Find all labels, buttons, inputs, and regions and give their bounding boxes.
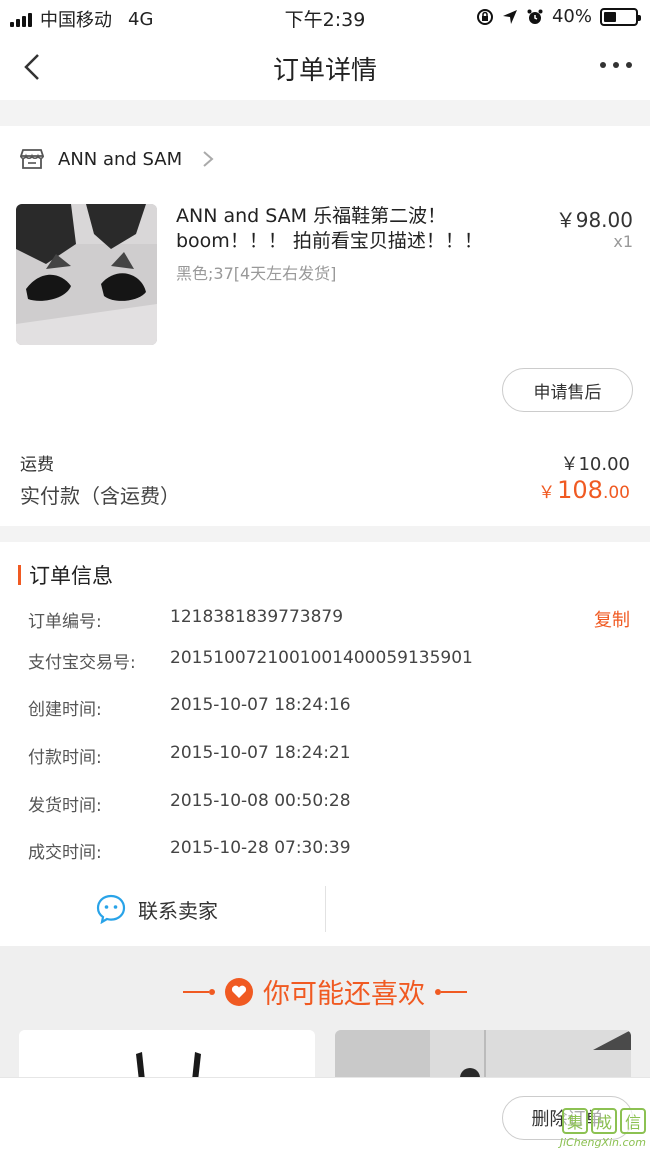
paid-label: 实付款（含运费）	[20, 484, 180, 508]
heart-icon	[225, 977, 253, 1006]
contact-seller-label[interactable]: 联系卖家	[138, 895, 218, 924]
after-sale-button[interactable]: 申请售后	[502, 368, 633, 412]
product-image[interactable]	[16, 204, 157, 345]
nav-bar: 订单详情	[0, 34, 650, 100]
info-key: 付款时间:	[28, 748, 102, 768]
location-icon	[502, 9, 517, 24]
shipping-label: 运费	[20, 455, 54, 475]
alarm-icon	[527, 9, 543, 24]
heading-accent-bar	[18, 565, 21, 585]
recommend-heading: 你可能还喜欢	[0, 972, 650, 1011]
info-key: 成交时间:	[28, 843, 102, 863]
info-key: 发货时间:	[28, 796, 102, 816]
info-key: 支付宝交易号:	[28, 653, 136, 673]
bottom-action-bar: 删除订单 集 成 信 JiChengXin.com	[0, 1077, 650, 1155]
shop-icon	[20, 149, 44, 169]
info-value: 2015-10-07 18:24:21	[170, 743, 351, 763]
info-value: 1218381839773879	[170, 607, 344, 627]
shipping-value: ￥10.00	[560, 454, 630, 475]
shop-row[interactable]: ANN and SAM	[20, 148, 214, 170]
battery-percent: 40%	[551, 6, 592, 27]
info-value: 2015-10-08 00:50:28	[170, 791, 351, 811]
status-bar: 中国移动 4G 下午2:39 40%	[0, 0, 650, 34]
order-info-title: 订单信息	[29, 564, 113, 588]
decor-line-right	[435, 988, 467, 995]
watermark-site: JiChengXin.com	[559, 1136, 646, 1149]
chevron-right-icon	[203, 151, 214, 167]
watermark-logo: 集 成 信	[562, 1108, 646, 1134]
product-sku: 黑色;37[4天左右发货]	[176, 264, 337, 283]
paid-amount: ￥ 108 .00	[538, 476, 630, 504]
info-value: 2015-10-28 07:30:39	[170, 838, 351, 858]
chat-bubble-icon	[96, 894, 126, 924]
product-title[interactable]: ANN and SAM 乐福鞋第二波！boom！！！ 拍前看宝贝描述！！！	[176, 204, 516, 254]
shop-name[interactable]: ANN and SAM	[58, 149, 182, 170]
paid-currency: ￥	[538, 483, 556, 503]
paid-decimal: .00	[602, 483, 630, 503]
battery-icon	[600, 7, 641, 26]
decor-line-left	[183, 988, 215, 995]
product-quantity: x1	[613, 232, 633, 251]
order-info-card: 订单信息 订单编号: 1218381839773879 复制 支付宝交易号: 2…	[0, 542, 650, 946]
product-price: ￥98.00	[555, 208, 633, 232]
order-detail-page: 中国移动 4G 下午2:39 40% 订单详情 ANN and SAM ANN …	[0, 0, 650, 1155]
paid-integer: 108	[557, 476, 603, 504]
info-value: 2015100721001001400059135901	[170, 648, 473, 668]
copy-button[interactable]: 复制	[594, 606, 630, 632]
info-value: 2015-10-07 18:24:16	[170, 695, 351, 715]
order-info-heading: 订单信息	[18, 560, 113, 590]
status-right: 40%	[476, 6, 641, 27]
contact-seller-button[interactable]: 联系卖家	[96, 894, 218, 924]
order-item-card: ANN and SAM ANN and SAM 乐福鞋第二波！boom！！！ 拍…	[0, 126, 650, 526]
divider	[325, 886, 326, 932]
info-key: 订单编号:	[28, 612, 102, 632]
recommend-title: 你可能还喜欢	[263, 979, 425, 1010]
info-key: 创建时间:	[28, 700, 102, 720]
rotation-lock-icon	[476, 8, 493, 25]
page-title: 订单详情	[272, 56, 377, 86]
more-options-icon[interactable]	[600, 62, 632, 68]
site-watermark: 集 成 信 JiChengXin.com	[560, 1108, 646, 1149]
